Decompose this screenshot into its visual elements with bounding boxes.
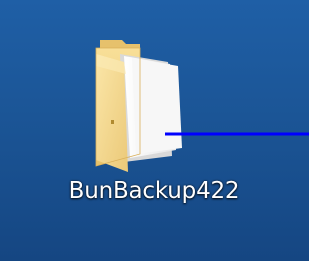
desktop: BunBackup422 <box>0 0 309 261</box>
desktop-icon-bunbackup422[interactable]: BunBackup422 <box>44 24 264 226</box>
desktop-icon-label: BunBackup422 <box>68 178 240 204</box>
folder-icon <box>95 40 182 172</box>
